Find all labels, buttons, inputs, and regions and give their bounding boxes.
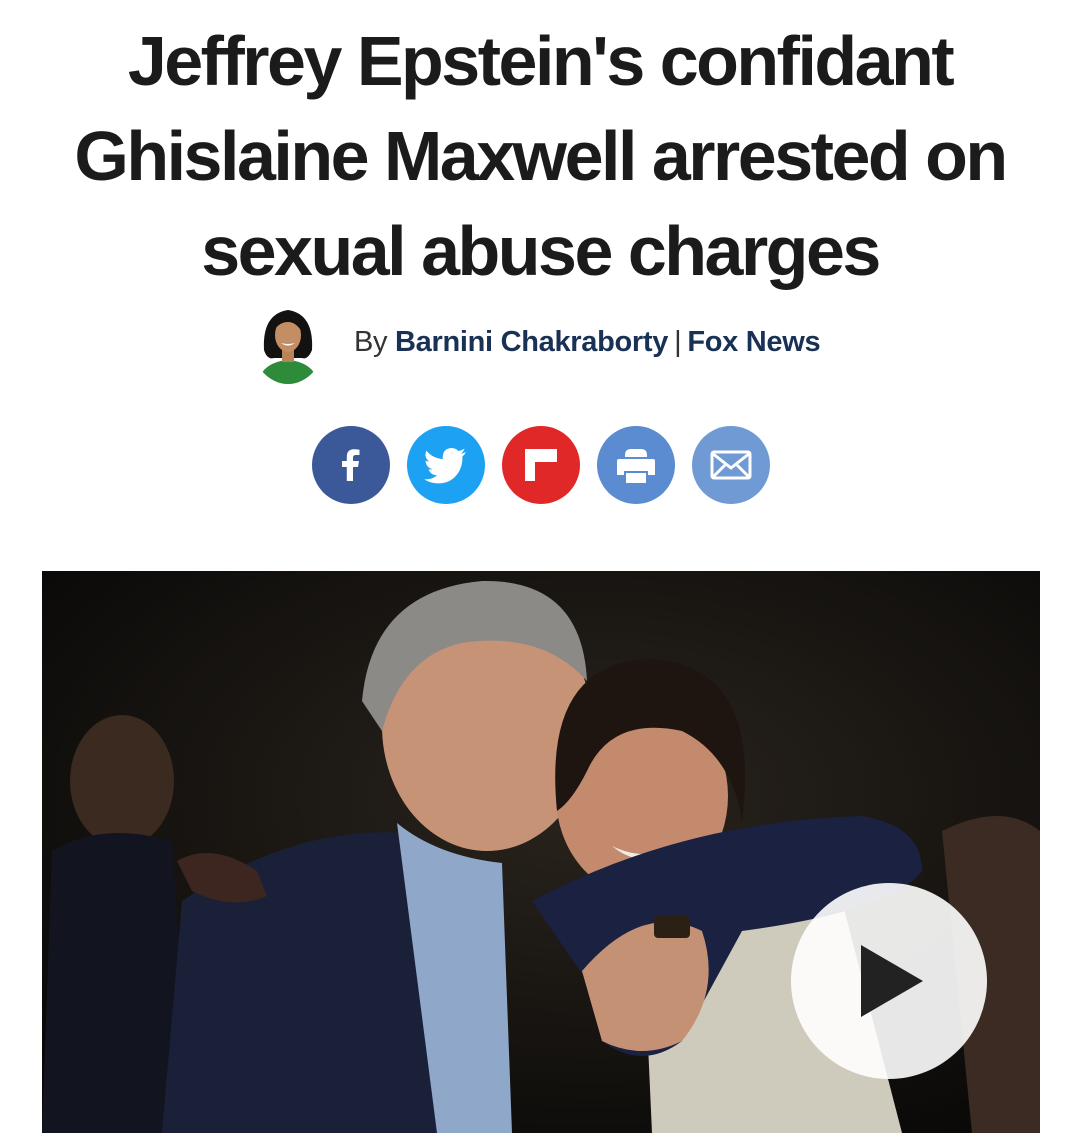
play-icon bbox=[861, 945, 923, 1017]
share-facebook-button[interactable] bbox=[312, 426, 390, 504]
share-twitter-button[interactable] bbox=[407, 426, 485, 504]
byline: By Barnini Chakraborty | Fox News bbox=[252, 300, 821, 384]
author-avatar[interactable] bbox=[252, 300, 324, 384]
article-page: Jeffrey Epstein's confidant Ghislaine Ma… bbox=[0, 0, 1080, 1133]
source-link[interactable]: Fox News bbox=[687, 326, 820, 358]
share-print-button[interactable] bbox=[597, 426, 675, 504]
author-link[interactable]: Barnini Chakraborty bbox=[395, 326, 668, 358]
hero-video[interactable] bbox=[42, 571, 1040, 1133]
headline-line-2: Ghislaine Maxwell arrested on bbox=[74, 117, 1008, 195]
flipboard-icon bbox=[525, 449, 557, 481]
share-email-button[interactable] bbox=[692, 426, 770, 504]
twitter-icon bbox=[424, 448, 466, 484]
share-bar bbox=[312, 426, 770, 504]
play-button[interactable] bbox=[791, 883, 987, 1079]
headline-line-3: sexual abuse charges bbox=[201, 212, 881, 290]
facebook-icon bbox=[342, 449, 360, 481]
byline-prefix: By bbox=[354, 325, 388, 358]
headline-line-1: Jeffrey Epstein's confidant bbox=[127, 22, 955, 100]
share-flipboard-button[interactable] bbox=[502, 426, 580, 504]
print-icon bbox=[617, 449, 655, 483]
article-headline: Jeffrey Epstein's confidant Ghislaine Ma… bbox=[20, 14, 1060, 299]
byline-text: By Barnini Chakraborty | Fox News bbox=[354, 325, 821, 359]
byline-separator: | bbox=[674, 325, 682, 358]
email-icon bbox=[710, 450, 752, 480]
